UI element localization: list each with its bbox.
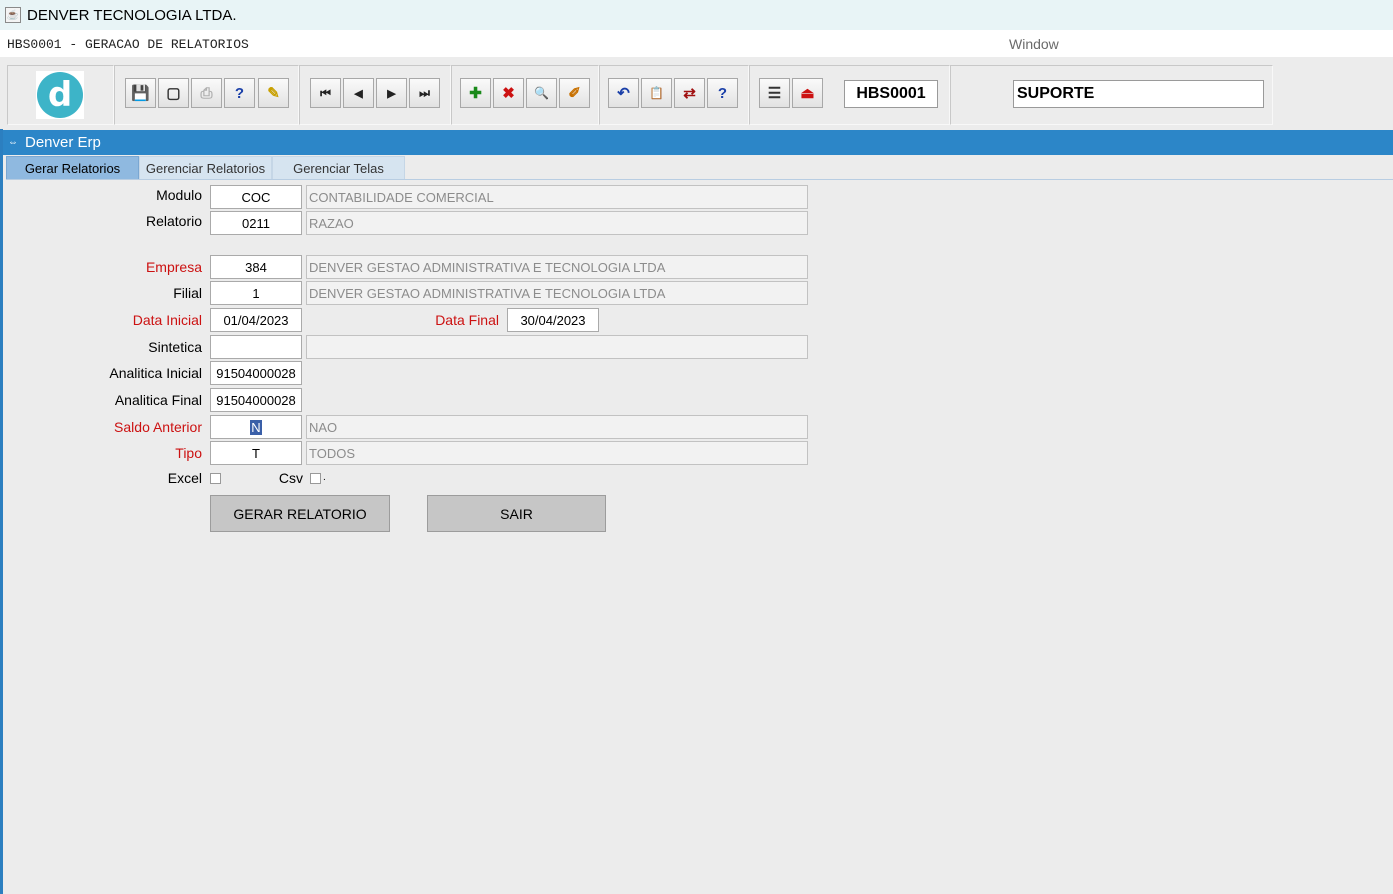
analitica-final-input[interactable]: 91504000028: [210, 388, 302, 412]
sintetica-input[interactable]: [210, 335, 302, 359]
tipo-input[interactable]: T: [210, 441, 302, 465]
delete-record-icon[interactable]: ✖: [493, 78, 524, 108]
sair-button[interactable]: SAIR: [427, 495, 606, 532]
menu-window[interactable]: Window: [1009, 36, 1059, 52]
save-icon[interactable]: 💾: [125, 78, 156, 108]
add-record-icon[interactable]: ✚: [460, 78, 491, 108]
filial-description: DENVER GESTAO ADMINISTRATIVA E TECNOLOGI…: [306, 281, 808, 305]
tipo-label: Tipo: [175, 445, 202, 461]
screen-icon[interactable]: ▢: [158, 78, 189, 108]
find-record-icon[interactable]: 🔍: [526, 78, 557, 108]
menubar: HBS0001 - GERACAO DE RELATORIOS Window: [0, 30, 1393, 57]
help-icon[interactable]: ?: [707, 78, 738, 108]
export-icon[interactable]: ⇄: [674, 78, 705, 108]
saldo-anterior-label: Saldo Anterior: [114, 419, 202, 435]
tab-gerar-relatorios[interactable]: Gerar Relatorios: [6, 156, 139, 179]
relatorio-input[interactable]: 0211: [210, 211, 302, 235]
empresa-input[interactable]: 384: [210, 255, 302, 279]
modulo-input[interactable]: COC: [210, 185, 302, 209]
user-field: SUPORTE: [1013, 80, 1264, 108]
saldo-anterior-value: N: [250, 419, 262, 435]
csv-suffix: .: [323, 472, 326, 483]
tipo-description: TODOS: [306, 441, 808, 465]
last-record-icon[interactable]: ⏭: [409, 78, 440, 108]
data-inicial-input[interactable]: 01/04/2023: [210, 308, 302, 332]
modulo-label: Modulo: [156, 187, 202, 203]
tab-gerenciar-relatorios[interactable]: Gerenciar Relatorios: [139, 156, 272, 179]
toolbar: d 💾 ▢ ⎙ ? ✎ ⏮ ◀ ▶ ⏭ ✚ ✖ 🔍 ✐ ↶ 📋 ⇄ ? ☰ ⏏ …: [0, 57, 1393, 129]
filial-label: Filial: [173, 285, 202, 301]
analitica-inicial-label: Analitica Inicial: [109, 365, 202, 381]
first-record-icon[interactable]: ⏮: [310, 78, 341, 108]
gerar-relatorio-button[interactable]: GERAR RELATORIO: [210, 495, 390, 532]
excel-label: Excel: [167, 470, 202, 486]
empresa-description: DENVER GESTAO ADMINISTRATIVA E TECNOLOGI…: [306, 255, 808, 279]
excel-checkbox[interactable]: [210, 473, 221, 484]
data-final-input[interactable]: 30/04/2023: [507, 308, 599, 332]
csv-checkbox[interactable]: [310, 473, 321, 484]
modulo-description: CONTABILIDADE COMERCIAL: [306, 185, 808, 209]
exit-icon[interactable]: ⏏: [792, 78, 823, 108]
denver-logo: d: [36, 71, 84, 119]
data-final-label: Data Final: [435, 312, 499, 328]
saldo-anterior-description: NAO: [306, 415, 808, 439]
query-icon[interactable]: ?: [224, 78, 255, 108]
panel-title: Denver Erp: [25, 134, 101, 151]
saldo-anterior-input[interactable]: N: [210, 415, 302, 439]
empresa-label: Empresa: [145, 259, 202, 275]
menu-icon[interactable]: ☰: [759, 78, 790, 108]
main-panel: ⇔ Denver Erp Gerar Relatorios Gerenciar …: [0, 129, 1393, 894]
form-title: HBS0001 - GERACAO DE RELATORIOS: [7, 37, 249, 52]
relatorio-label: Relatorio: [145, 213, 202, 229]
sintetica-label: Sintetica: [148, 339, 202, 355]
tab-gerenciar-telas[interactable]: Gerenciar Telas: [272, 156, 405, 179]
clear-record-icon[interactable]: ✐: [559, 78, 590, 108]
analitica-inicial-input[interactable]: 91504000028: [210, 361, 302, 385]
window-titlebar: ☕ DENVER TECNOLOGIA LTDA.: [0, 0, 1393, 30]
report-form: Modulo COC CONTABILIDADE COMERCIAL Relat…: [6, 179, 1393, 894]
denver-logo-icon: d: [37, 72, 83, 118]
edit-icon[interactable]: ✎: [258, 78, 289, 108]
window-title: DENVER TECNOLOGIA LTDA.: [27, 6, 237, 24]
clipboard-icon[interactable]: 📋: [641, 78, 672, 108]
sintetica-description: [306, 335, 808, 359]
window-control-icon[interactable]: ⇔: [6, 136, 20, 150]
next-record-icon[interactable]: ▶: [376, 78, 407, 108]
tab-strip: Gerar Relatorios Gerenciar Relatorios Ge…: [3, 156, 1393, 179]
java-app-icon: ☕: [5, 7, 21, 23]
print-icon[interactable]: ⎙: [191, 78, 222, 108]
analitica-final-label: Analitica Final: [114, 392, 202, 408]
form-code-field: HBS0001: [844, 80, 938, 108]
undo-icon[interactable]: ↶: [608, 78, 639, 108]
prev-record-icon[interactable]: ◀: [343, 78, 374, 108]
relatorio-description: RAZAO: [306, 211, 808, 235]
data-inicial-label: Data Inicial: [132, 312, 202, 328]
csv-label: Csv: [278, 470, 303, 486]
panel-header: ⇔ Denver Erp: [3, 130, 1393, 155]
filial-input[interactable]: 1: [210, 281, 302, 305]
